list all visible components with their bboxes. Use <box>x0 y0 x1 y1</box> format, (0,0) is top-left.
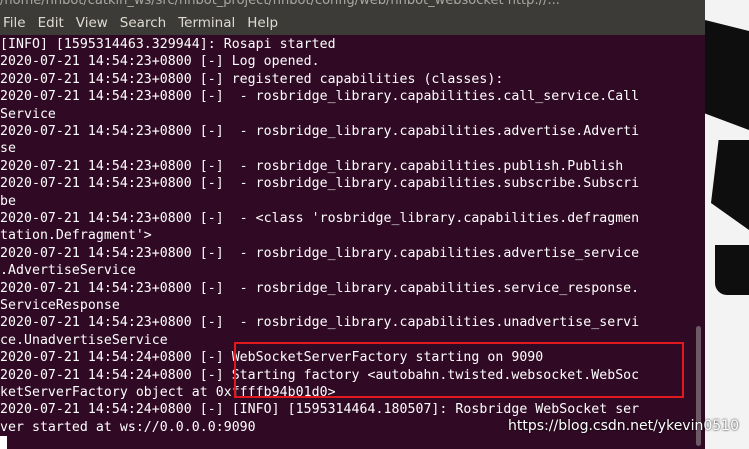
terminal-line: be <box>0 193 16 209</box>
terminal-line: 2020-07-21 14:54:23+0800 [-] Log opened. <box>0 54 320 70</box>
terminal-line: ver started at ws://0.0.0.0:9090 <box>0 419 256 435</box>
menu-help[interactable]: Help <box>241 15 284 31</box>
terminal-line: 2020-07-21 14:54:23+0800 [-] - rosbridge… <box>0 124 640 139</box>
menu-bar: File Edit View Search Terminal Help <box>0 10 705 35</box>
terminal-line: 2020-07-21 14:54:23+0800 [-] - rosbridge… <box>0 245 640 261</box>
terminal-line: tation.Defragment'> <box>0 228 152 244</box>
title-bar[interactable]: /home/nnbot/catkin_ws/src/nnbot_project/… <box>0 0 705 10</box>
terminal-line: 2020-07-21 14:54:23+0800 [-] - <class 'r… <box>0 211 640 226</box>
window-title: /home/nnbot/catkin_ws/src/nnbot_project/… <box>0 0 560 8</box>
terminal-line: [INFO] [1595314463.329944]: Rosapi start… <box>0 37 336 52</box>
menu-terminal[interactable]: Terminal <box>172 15 241 31</box>
menu-file[interactable]: File <box>0 15 32 31</box>
menu-edit[interactable]: Edit <box>32 15 70 31</box>
text-cursor <box>0 436 7 449</box>
robot-model-shape <box>705 20 749 130</box>
terminal-line: 2020-07-21 14:54:23+0800 [-] - rosbridge… <box>0 315 640 331</box>
highlight-annotation-box <box>234 342 684 398</box>
terminal-line: ce.UnadvertiseService <box>0 332 168 348</box>
robot-model-shape <box>715 245 749 295</box>
robot-model-shape <box>711 140 749 230</box>
terminal-line: .AdvertiseService <box>0 263 136 279</box>
menu-search[interactable]: Search <box>114 15 172 31</box>
background-window-fragment <box>705 0 749 449</box>
terminal-line: 2020-07-21 14:54:23+0800 [-] registered … <box>0 71 504 87</box>
scrollbar[interactable] <box>692 36 705 449</box>
terminal-line: ServiceResponse <box>0 298 120 313</box>
terminal-line: 2020-07-21 14:54:23+0800 [-] - rosbridge… <box>0 158 624 174</box>
menu-view[interactable]: View <box>70 15 114 31</box>
terminal-line: 2020-07-21 14:54:23+0800 [-] - rosbridge… <box>0 280 640 296</box>
terminal-line: 2020-07-21 14:54:24+0800 [-] [INFO] [159… <box>0 402 640 418</box>
watermark: https://blog.csdn.net/ykevin0510 <box>508 418 739 434</box>
terminal-line: 2020-07-21 14:54:23+0800 [-] - rosbridge… <box>0 89 640 105</box>
terminal-line: se <box>0 141 16 157</box>
terminal-line: 2020-07-21 14:54:23+0800 [-] - rosbridge… <box>0 176 640 192</box>
terminal-line: Service <box>0 106 56 122</box>
